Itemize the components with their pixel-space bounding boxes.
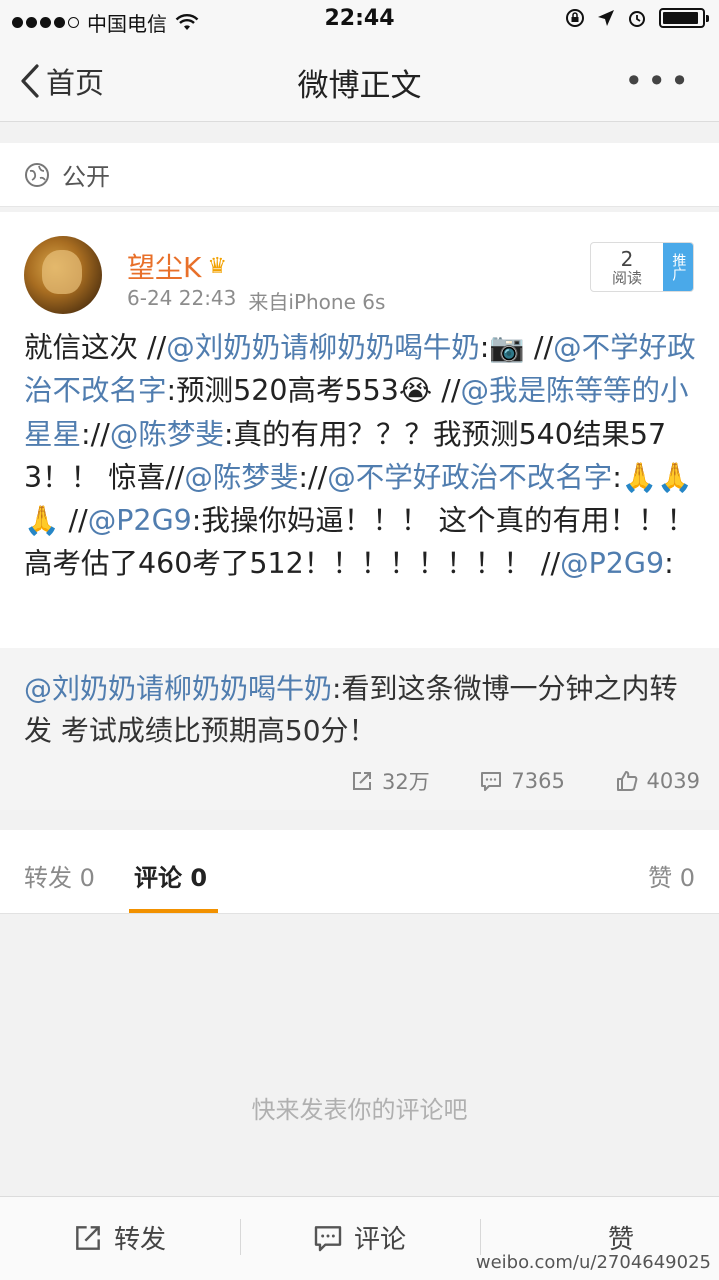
divider [480, 1219, 481, 1255]
post-text-segment: :预测520高考553😭 // [166, 374, 461, 408]
empty-comment-hint: 快来发表你的评论吧 [251, 1096, 468, 1124]
comment-stat[interactable]: 7365 [479, 766, 565, 796]
visibility-label: 公开 [62, 163, 110, 191]
reposted-text: @刘奶奶请柳奶奶喝牛奶:看到这条微博一分钟之内转发 考试成绩比预期高50分！ [24, 668, 684, 752]
repost-button-label: 转发 [114, 1225, 167, 1255]
divider [240, 1219, 241, 1255]
more-button[interactable]: ••• [624, 62, 693, 100]
comment-list [0, 915, 719, 1195]
globe-icon [25, 162, 49, 187]
mention-link[interactable]: @刘奶奶请柳奶奶喝牛奶 [166, 331, 480, 364]
comment-icon [314, 1225, 342, 1251]
battery-icon [659, 8, 709, 28]
post-text-segment: : [664, 547, 674, 581]
post-text-segment: :// [81, 417, 110, 451]
read-count-badge[interactable]: 2 阅读 推广 [590, 242, 694, 292]
page-title: 微博正文 [297, 68, 422, 104]
username-label: 望尘K [127, 251, 202, 284]
mention-link[interactable]: @P2G9 [560, 547, 664, 580]
repost-count: 32万 [382, 770, 430, 794]
post-text-segment: :📷 // [479, 331, 554, 364]
active-tab-indicator [129, 909, 218, 913]
status-bar: 中国电信 22:44 [0, 0, 719, 40]
like-stat[interactable]: 4039 [615, 766, 700, 796]
post-source: 来自iPhone 6s [248, 290, 386, 314]
read-count: 2 [620, 246, 634, 271]
post-text-segment: 就信这次 // [24, 331, 167, 364]
repost-icon [76, 1225, 100, 1250]
thumbs-up-icon [616, 771, 637, 791]
avatar[interactable] [24, 236, 102, 314]
watermark: weibo.com/u/2704649025 [475, 1252, 711, 1273]
visibility-row: 公开 [0, 143, 719, 207]
post-body: 就信这次 //@刘奶奶请柳奶奶喝牛奶:📷 // @不学好政治不改名字 :预测520高… [24, 326, 704, 586]
repost-button[interactable]: 转发 [72, 1219, 166, 1256]
tab-comment[interactable]: 评论 0 [134, 858, 207, 893]
promote-label: 推广 [670, 253, 687, 281]
mention-link[interactable]: @陈梦斐 [110, 418, 224, 451]
nav-bar: 首页 微博正文 ••• [0, 40, 719, 122]
tab-like[interactable]: 赞 0 [648, 858, 695, 893]
post-card: 望尘K ♛ 6-24 22:43 来自iPhone 6s 2 阅读 推广 就信这… [0, 212, 719, 810]
mention-link[interactable]: @刘奶奶请柳奶奶喝牛奶 [24, 672, 332, 705]
reposted-content[interactable]: @刘奶奶请柳奶奶喝牛奶:看到这条微博一分钟之内转发 考试成绩比预期高50分！ 3… [0, 648, 719, 810]
comment-icon [481, 772, 502, 791]
read-label: 阅读 [611, 268, 642, 287]
rotation-lock-icon [566, 9, 584, 27]
mention-link[interactable]: @不学好政治不改名字 [327, 461, 612, 494]
post-time: 6-24 22:43 [127, 286, 237, 310]
comment-button[interactable]: 评论 [312, 1219, 406, 1256]
post-meta: 6-24 22:43 来自iPhone 6s [127, 286, 385, 315]
repost-icon [353, 772, 371, 790]
crown-icon: ♛ [207, 253, 228, 279]
promote-button[interactable]: 推广 [663, 243, 693, 291]
post-stats: 32万 7365 4039 [350, 766, 700, 796]
alarm-icon [629, 11, 645, 27]
repost-stat[interactable]: 32万 [350, 766, 430, 796]
username[interactable]: 望尘K ♛ [127, 246, 227, 286]
location-icon [598, 10, 614, 26]
like-button[interactable]: 赞 [608, 1219, 634, 1256]
comment-count: 7365 [511, 769, 565, 793]
mention-link[interactable]: @陈梦斐 [184, 461, 298, 494]
like-count: 4039 [646, 769, 700, 793]
comment-button-label: 评论 [354, 1225, 407, 1255]
tab-repost[interactable]: 转发 0 [24, 858, 95, 893]
post-text-segment: :// [298, 460, 328, 494]
like-button-label: 赞 [608, 1225, 635, 1255]
interaction-tabs: 转发 0 评论 0 赞 0 [0, 830, 719, 914]
mention-link[interactable]: @P2G9 [88, 504, 192, 537]
